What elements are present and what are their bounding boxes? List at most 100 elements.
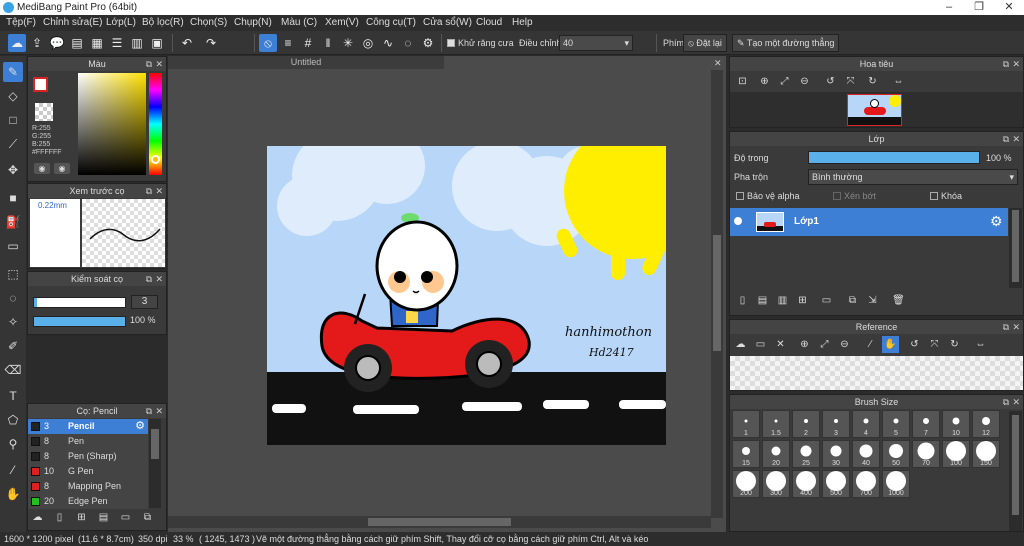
gradient-tool-icon[interactable]: ▭	[3, 236, 23, 256]
menu-filter[interactable]: Bộ lọc(R)	[142, 15, 184, 31]
rotate-reset-icon[interactable]: ⤧	[842, 73, 859, 90]
transparent-swatch[interactable]	[35, 103, 53, 121]
zoom-out-icon[interactable]: ⊖	[796, 73, 813, 90]
close-icon[interactable]: ✕	[1012, 395, 1020, 409]
close-document-icon[interactable]: ✕	[714, 58, 722, 69]
menu-file[interactable]: Tệp(F)	[6, 15, 36, 31]
blend-select[interactable]: Bình thường ▾	[808, 169, 1018, 185]
brush-size-30[interactable]: 30	[822, 440, 850, 468]
bucket-tool-icon[interactable]: ⛽	[3, 212, 23, 232]
undo-icon[interactable]: ↶	[178, 34, 196, 52]
brush-cloud-icon[interactable]: ☁	[29, 509, 46, 526]
navigator-preview-area[interactable]	[730, 92, 1023, 127]
grid-icon[interactable]: ▥	[128, 34, 146, 52]
brush-settings-icon[interactable]: ▤	[95, 509, 112, 526]
lasso-tool-icon[interactable]: ◌	[3, 288, 23, 308]
antialias-checkbox[interactable]: Khử răng cưa	[447, 31, 514, 55]
menu-window[interactable]: Cửa sổ(W)	[423, 15, 472, 31]
menu-color[interactable]: Màu (C)	[281, 15, 317, 31]
minimize-icon[interactable]: –	[934, 0, 964, 15]
close-icon[interactable]: ✕	[155, 57, 163, 71]
popout-icon[interactable]: ⧉	[1003, 132, 1009, 146]
merge-layer-icon[interactable]: ⇲	[864, 292, 881, 309]
select-eraser-icon[interactable]: ⌫	[3, 360, 23, 380]
delete-layer-icon[interactable]: 🗑	[890, 292, 907, 309]
copy-brush-icon[interactable]: ⧉	[139, 509, 156, 526]
brush-size-150[interactable]: 150	[972, 440, 1000, 468]
close-icon[interactable]: ✕	[1012, 57, 1020, 71]
brush-item-edge-pen[interactable]: 20 Edge Pen	[28, 494, 148, 509]
brush-size-70[interactable]: 70	[912, 440, 940, 468]
brush-item-mapping-pen[interactable]: 8 Mapping Pen	[28, 479, 148, 494]
brush-size-7[interactable]: 7	[912, 410, 940, 438]
layer-scrollbar[interactable]	[1009, 208, 1022, 288]
brush-size-700[interactable]: 700	[852, 470, 880, 498]
fit-window-icon[interactable]: ⤢	[816, 336, 833, 353]
brush-item-pen[interactable]: 8 Pen	[28, 434, 148, 449]
eyedropper-tool-icon[interactable]: ⚲	[3, 434, 23, 454]
open-reference-icon[interactable]: ▭	[752, 336, 769, 353]
layer-row[interactable]: Lớp1 ⚙	[730, 208, 1008, 236]
dot-tool-icon[interactable]: □	[3, 110, 23, 130]
reference-view[interactable]	[730, 356, 1023, 390]
layer-name[interactable]: Lớp1	[794, 216, 819, 227]
reference-cloud-icon[interactable]: ☁	[732, 336, 749, 353]
zoom-out-icon[interactable]: ⊖	[836, 336, 853, 353]
brush-folder-icon[interactable]: ▭	[117, 509, 134, 526]
hand-icon[interactable]: ✋	[882, 336, 899, 353]
rotate-left-icon[interactable]: ↺	[822, 73, 839, 90]
menu-tools[interactable]: Công cụ(T)	[366, 15, 416, 31]
brush-size-5[interactable]: 5	[882, 410, 910, 438]
popout-icon[interactable]: ⧉	[146, 57, 152, 71]
popout-icon[interactable]: ⧉	[146, 404, 152, 418]
popout-icon[interactable]: ⧉	[146, 184, 152, 198]
popout-icon[interactable]: ⧉	[146, 272, 152, 286]
popout-icon[interactable]: ⧉	[1003, 57, 1009, 71]
brush-size-2[interactable]: 2	[792, 410, 820, 438]
layer-opacity-slider[interactable]	[808, 151, 980, 164]
brush-size-1000[interactable]: 1000	[882, 470, 910, 498]
brush-item-pen-sharp[interactable]: 8 Pen (Sharp)	[28, 449, 148, 464]
rotate-right-icon[interactable]: ↻	[864, 73, 881, 90]
zoom-in-icon[interactable]: ⊕	[796, 336, 813, 353]
menu-view[interactable]: Xem(V)	[325, 15, 359, 31]
menu-help[interactable]: Help	[512, 15, 533, 31]
flip-icon[interactable]: ⇔	[890, 73, 907, 90]
snap-ellipse-icon[interactable]: ◌	[399, 34, 417, 52]
brush-size-1_5[interactable]: 1.5	[762, 410, 790, 438]
share-icon[interactable]: ⇪	[28, 34, 46, 52]
snap-radial-icon[interactable]: ✳	[339, 34, 357, 52]
snap-circle-icon[interactable]: ◎	[359, 34, 377, 52]
snap-grid-icon[interactable]: #	[299, 34, 317, 52]
fill-shape-icon[interactable]: ■	[3, 188, 23, 208]
zoom-in-icon[interactable]: ⊕	[756, 73, 773, 90]
brush-size-100[interactable]: 100	[942, 440, 970, 468]
brush-size-3[interactable]: 3	[822, 410, 850, 438]
artwork[interactable]: hanhimothon Hd2417	[267, 146, 666, 445]
brush-size-value[interactable]: 3	[131, 295, 158, 309]
menu-select[interactable]: Chọn(S)	[190, 15, 227, 31]
menu-edit[interactable]: Chỉnh sửa(E)	[43, 15, 103, 31]
flip-icon[interactable]: ⇔	[972, 336, 989, 353]
page-icon[interactable]: ▤	[68, 34, 86, 52]
close-icon[interactable]: ✕	[155, 404, 163, 418]
add-brush-icon[interactable]: ⊞	[73, 509, 90, 526]
close-icon[interactable]: ✕	[994, 0, 1024, 15]
layer-settings-icon[interactable]: ⚙	[990, 213, 1003, 230]
palette-small-icon[interactable]: ◉	[54, 163, 70, 174]
line-tool-icon[interactable]: ⟋	[3, 134, 23, 154]
hue-handle[interactable]	[151, 155, 160, 164]
select-tool-icon[interactable]: ⬚	[3, 264, 23, 284]
eyedrop-small-icon[interactable]: ◉	[34, 163, 50, 174]
comment-icon[interactable]: 💬	[48, 34, 66, 52]
brush-size-25[interactable]: 25	[792, 440, 820, 468]
close-icon[interactable]: ✕	[155, 272, 163, 286]
brush-item-g-pen[interactable]: 10 G Pen	[28, 464, 148, 479]
eraser-tool-icon[interactable]: ◇	[3, 86, 23, 106]
maximize-icon[interactable]: ❐	[964, 0, 994, 15]
settings-icon[interactable]: ⚙	[419, 34, 437, 52]
panel-tool-icon[interactable]: ⬠	[3, 410, 23, 430]
vertical-scrollbar[interactable]	[711, 70, 723, 518]
horizontal-scrollbar[interactable]	[168, 516, 711, 528]
brush-size-20[interactable]: 20	[762, 440, 790, 468]
